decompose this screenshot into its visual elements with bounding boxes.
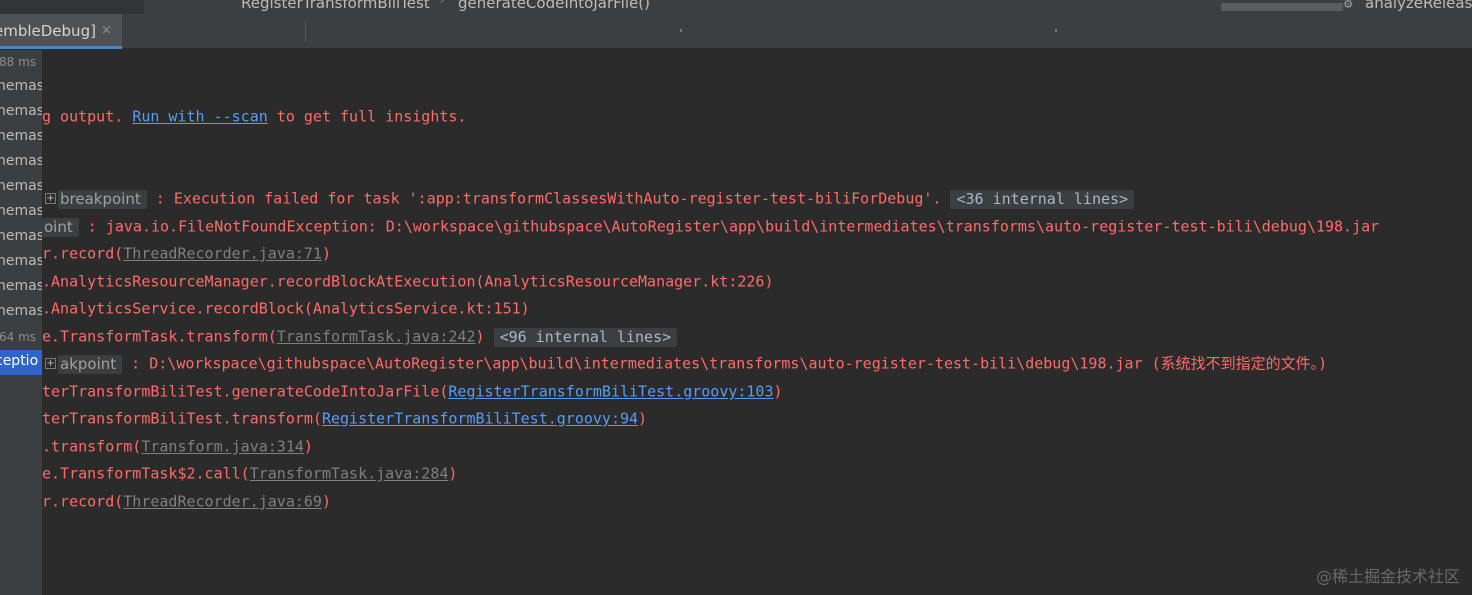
console-line: + akpoint : D:\workspace\githubspace\Auto… xyxy=(45,354,1328,374)
console-output[interactable]: g output. Run with --scan to get full in… xyxy=(42,50,1472,595)
tree-item[interactable]: hemas xyxy=(0,175,42,200)
tree-item[interactable]: hemas xyxy=(0,75,42,100)
tree-item-selected[interactable]: ceptio xyxy=(0,350,42,375)
close-icon[interactable]: × xyxy=(101,23,112,38)
tree-item[interactable]: hemas xyxy=(0,225,42,250)
console-line: terTransformBiliTest.transform(RegisterT… xyxy=(42,409,648,428)
tree-item[interactable]: hemas xyxy=(0,250,42,275)
console-line: oint : java.io.FileNotFoundException: D:… xyxy=(42,217,1380,237)
folded-lines-badge[interactable]: <96 internal lines> xyxy=(493,327,678,347)
gear-icon[interactable]: ⚙ xyxy=(1344,0,1352,12)
breadcrumb-class[interactable]: RegisterTransformBiliTest xyxy=(241,0,430,12)
run-tab-label: embleDebug] xyxy=(0,22,96,40)
tree-item[interactable]: hemas xyxy=(0,150,42,175)
navigation-bar: RegisterTransformBiliTest › generateCode… xyxy=(0,0,1472,14)
console-line: .AnalyticsService.recordBlock(AnalyticsS… xyxy=(42,299,530,318)
console-line: + breakpoint : Execution failed for task … xyxy=(45,186,1135,210)
tree-item[interactable]: 88 ms xyxy=(0,50,42,75)
toolbar-divider xyxy=(1055,29,1057,32)
run-configuration-selector[interactable]: analyzeRelease xyxy=(1365,0,1472,12)
stack-source-link[interactable]: ThreadRecorder.java:69 xyxy=(123,493,322,511)
tree-item[interactable]: 64 ms xyxy=(0,325,42,350)
console-line: r.record(ThreadRecorder.java:69) xyxy=(42,492,331,511)
stack-source-link[interactable]: RegisterTransformBiliTest.groovy:94 xyxy=(322,410,638,428)
breadcrumb-method[interactable]: generateCodeIntoJarFile() xyxy=(458,0,650,12)
tree-item[interactable]: hemas xyxy=(0,275,42,300)
breakpoint-badge: oint xyxy=(42,217,79,237)
console-line: g output. Run with --scan to get full in… xyxy=(42,107,467,126)
build-tree-panel: 88 ms hemas hemas hemas hemas hemas hema… xyxy=(0,50,42,595)
tree-item[interactable]: hemas xyxy=(0,200,42,225)
navigation-bar-left-area xyxy=(0,0,144,14)
scan-link[interactable]: Run with --scan xyxy=(132,108,267,126)
expand-icon[interactable]: + xyxy=(45,193,56,204)
stack-source-link[interactable]: TransformTask.java:242 xyxy=(277,328,476,346)
tree-item[interactable]: hemas xyxy=(0,125,42,150)
toolbar-divider xyxy=(305,20,306,42)
console-line: e.TransformTask$2.call(TransformTask.jav… xyxy=(42,464,458,483)
tree-item[interactable]: hemas xyxy=(0,300,42,325)
console-line: terTransformBiliTest.generateCodeIntoJar… xyxy=(42,382,783,401)
watermark: @稀土掘金技术社区 xyxy=(1315,567,1460,586)
console-line: .AnalyticsResourceManager.recordBlockAtE… xyxy=(42,272,774,291)
folded-lines-badge[interactable]: <36 internal lines> xyxy=(950,189,1135,209)
stack-source-link[interactable]: Transform.java:314 xyxy=(141,438,304,456)
console-line: e.TransformTask.transform(TransformTask.… xyxy=(42,324,678,348)
stack-source-link[interactable]: RegisterTransformBiliTest.groovy:103 xyxy=(448,383,773,401)
breadcrumb-separator-icon: › xyxy=(438,0,446,8)
breakpoint-badge: akpoint xyxy=(58,354,123,374)
toolbar-divider xyxy=(680,29,682,32)
run-tab-bar: embleDebug] × xyxy=(0,14,1472,49)
background-task-progress xyxy=(1221,3,1343,11)
console-line: r.record(ThreadRecorder.java:71) xyxy=(42,244,331,263)
console-line: .transform(Transform.java:314) xyxy=(42,437,313,456)
breakpoint-badge: breakpoint xyxy=(58,189,147,209)
expand-icon[interactable]: + xyxy=(45,358,56,369)
run-tab-active[interactable]: embleDebug] × xyxy=(0,14,122,49)
stack-source-link[interactable]: ThreadRecorder.java:71 xyxy=(123,245,322,263)
tree-item[interactable]: hemas xyxy=(0,100,42,125)
stack-source-link[interactable]: TransformTask.java:284 xyxy=(250,465,449,483)
